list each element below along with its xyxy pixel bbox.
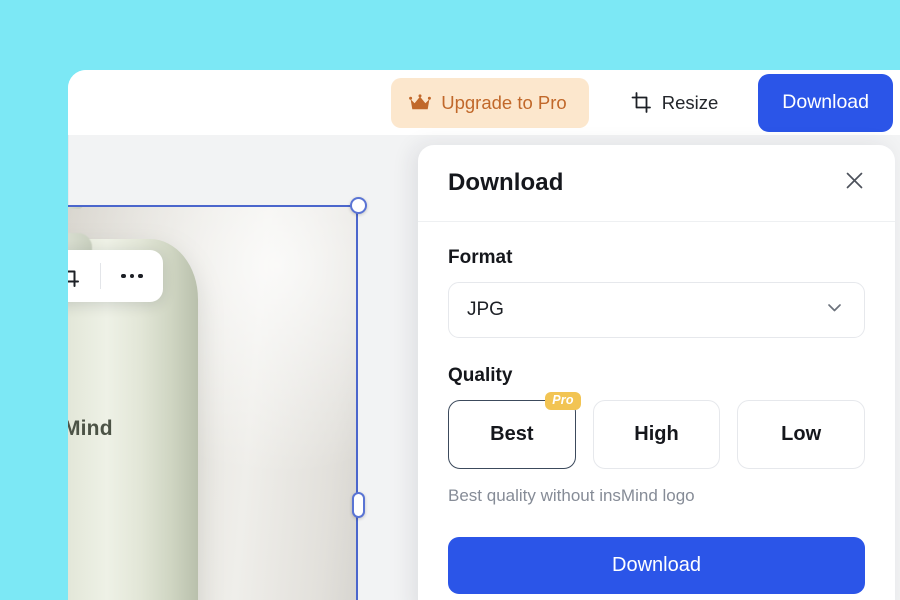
download-button-toolbar[interactable]: Download (758, 73, 893, 132)
download-confirm-button[interactable]: Download (448, 537, 865, 594)
format-select[interactable]: JPG (448, 282, 865, 338)
crop-icon (631, 92, 652, 113)
quality-option-high-label: High (634, 423, 679, 445)
quality-option-low-label: Low (781, 423, 822, 445)
upgrade-to-pro-label: Upgrade to Pro (441, 91, 567, 113)
download-panel: Download Format JPG Quality Best Pro Hig… (418, 145, 895, 600)
selection-handle-top-right[interactable] (350, 197, 367, 214)
quality-option-best[interactable]: Best Pro (448, 392, 581, 469)
quality-option-best-label: Best (490, 423, 534, 445)
quality-option-high[interactable]: High (592, 400, 721, 469)
format-selected-value: JPG (467, 299, 504, 320)
resize-button[interactable]: Resize (617, 78, 733, 128)
quality-option-low[interactable]: Low (737, 400, 866, 469)
resize-label: Resize (661, 91, 719, 113)
top-toolbar: Upgrade to Pro Resize Download (68, 70, 900, 135)
quality-label: Quality (448, 365, 513, 386)
chevron-down-icon (825, 298, 844, 322)
crop-icon (68, 266, 80, 287)
app-window: Upgrade to Pro Resize Download Mind Down… (68, 70, 900, 600)
download-panel-header: Download (418, 145, 895, 222)
download-confirm-label: Download (612, 554, 701, 576)
quality-section: Quality Best Pro High Low Best quality w… (448, 365, 866, 506)
selection-handle-right-middle[interactable] (352, 492, 365, 518)
format-section: Format JPG (448, 247, 865, 338)
quality-hint-text: Best quality without insMind logo (448, 486, 695, 505)
quality-options-group: Best Pro High Low (448, 392, 866, 469)
more-horizontal-icon (121, 273, 143, 279)
canvas-mini-toolbar (68, 250, 163, 302)
upgrade-to-pro-button[interactable]: Upgrade to Pro (391, 77, 589, 128)
mini-toolbar-crop-button[interactable] (68, 250, 100, 302)
pro-badge: Pro (545, 392, 581, 411)
mini-toolbar-more-button[interactable] (101, 250, 163, 302)
close-panel-button[interactable] (839, 168, 869, 198)
close-icon (844, 170, 865, 196)
download-button-label: Download (782, 91, 869, 113)
download-panel-body: Format JPG Quality Best Pro High Low Bes… (418, 222, 895, 506)
crown-icon (409, 93, 432, 112)
format-label: Format (448, 247, 513, 268)
download-panel-title: Download (448, 169, 564, 196)
